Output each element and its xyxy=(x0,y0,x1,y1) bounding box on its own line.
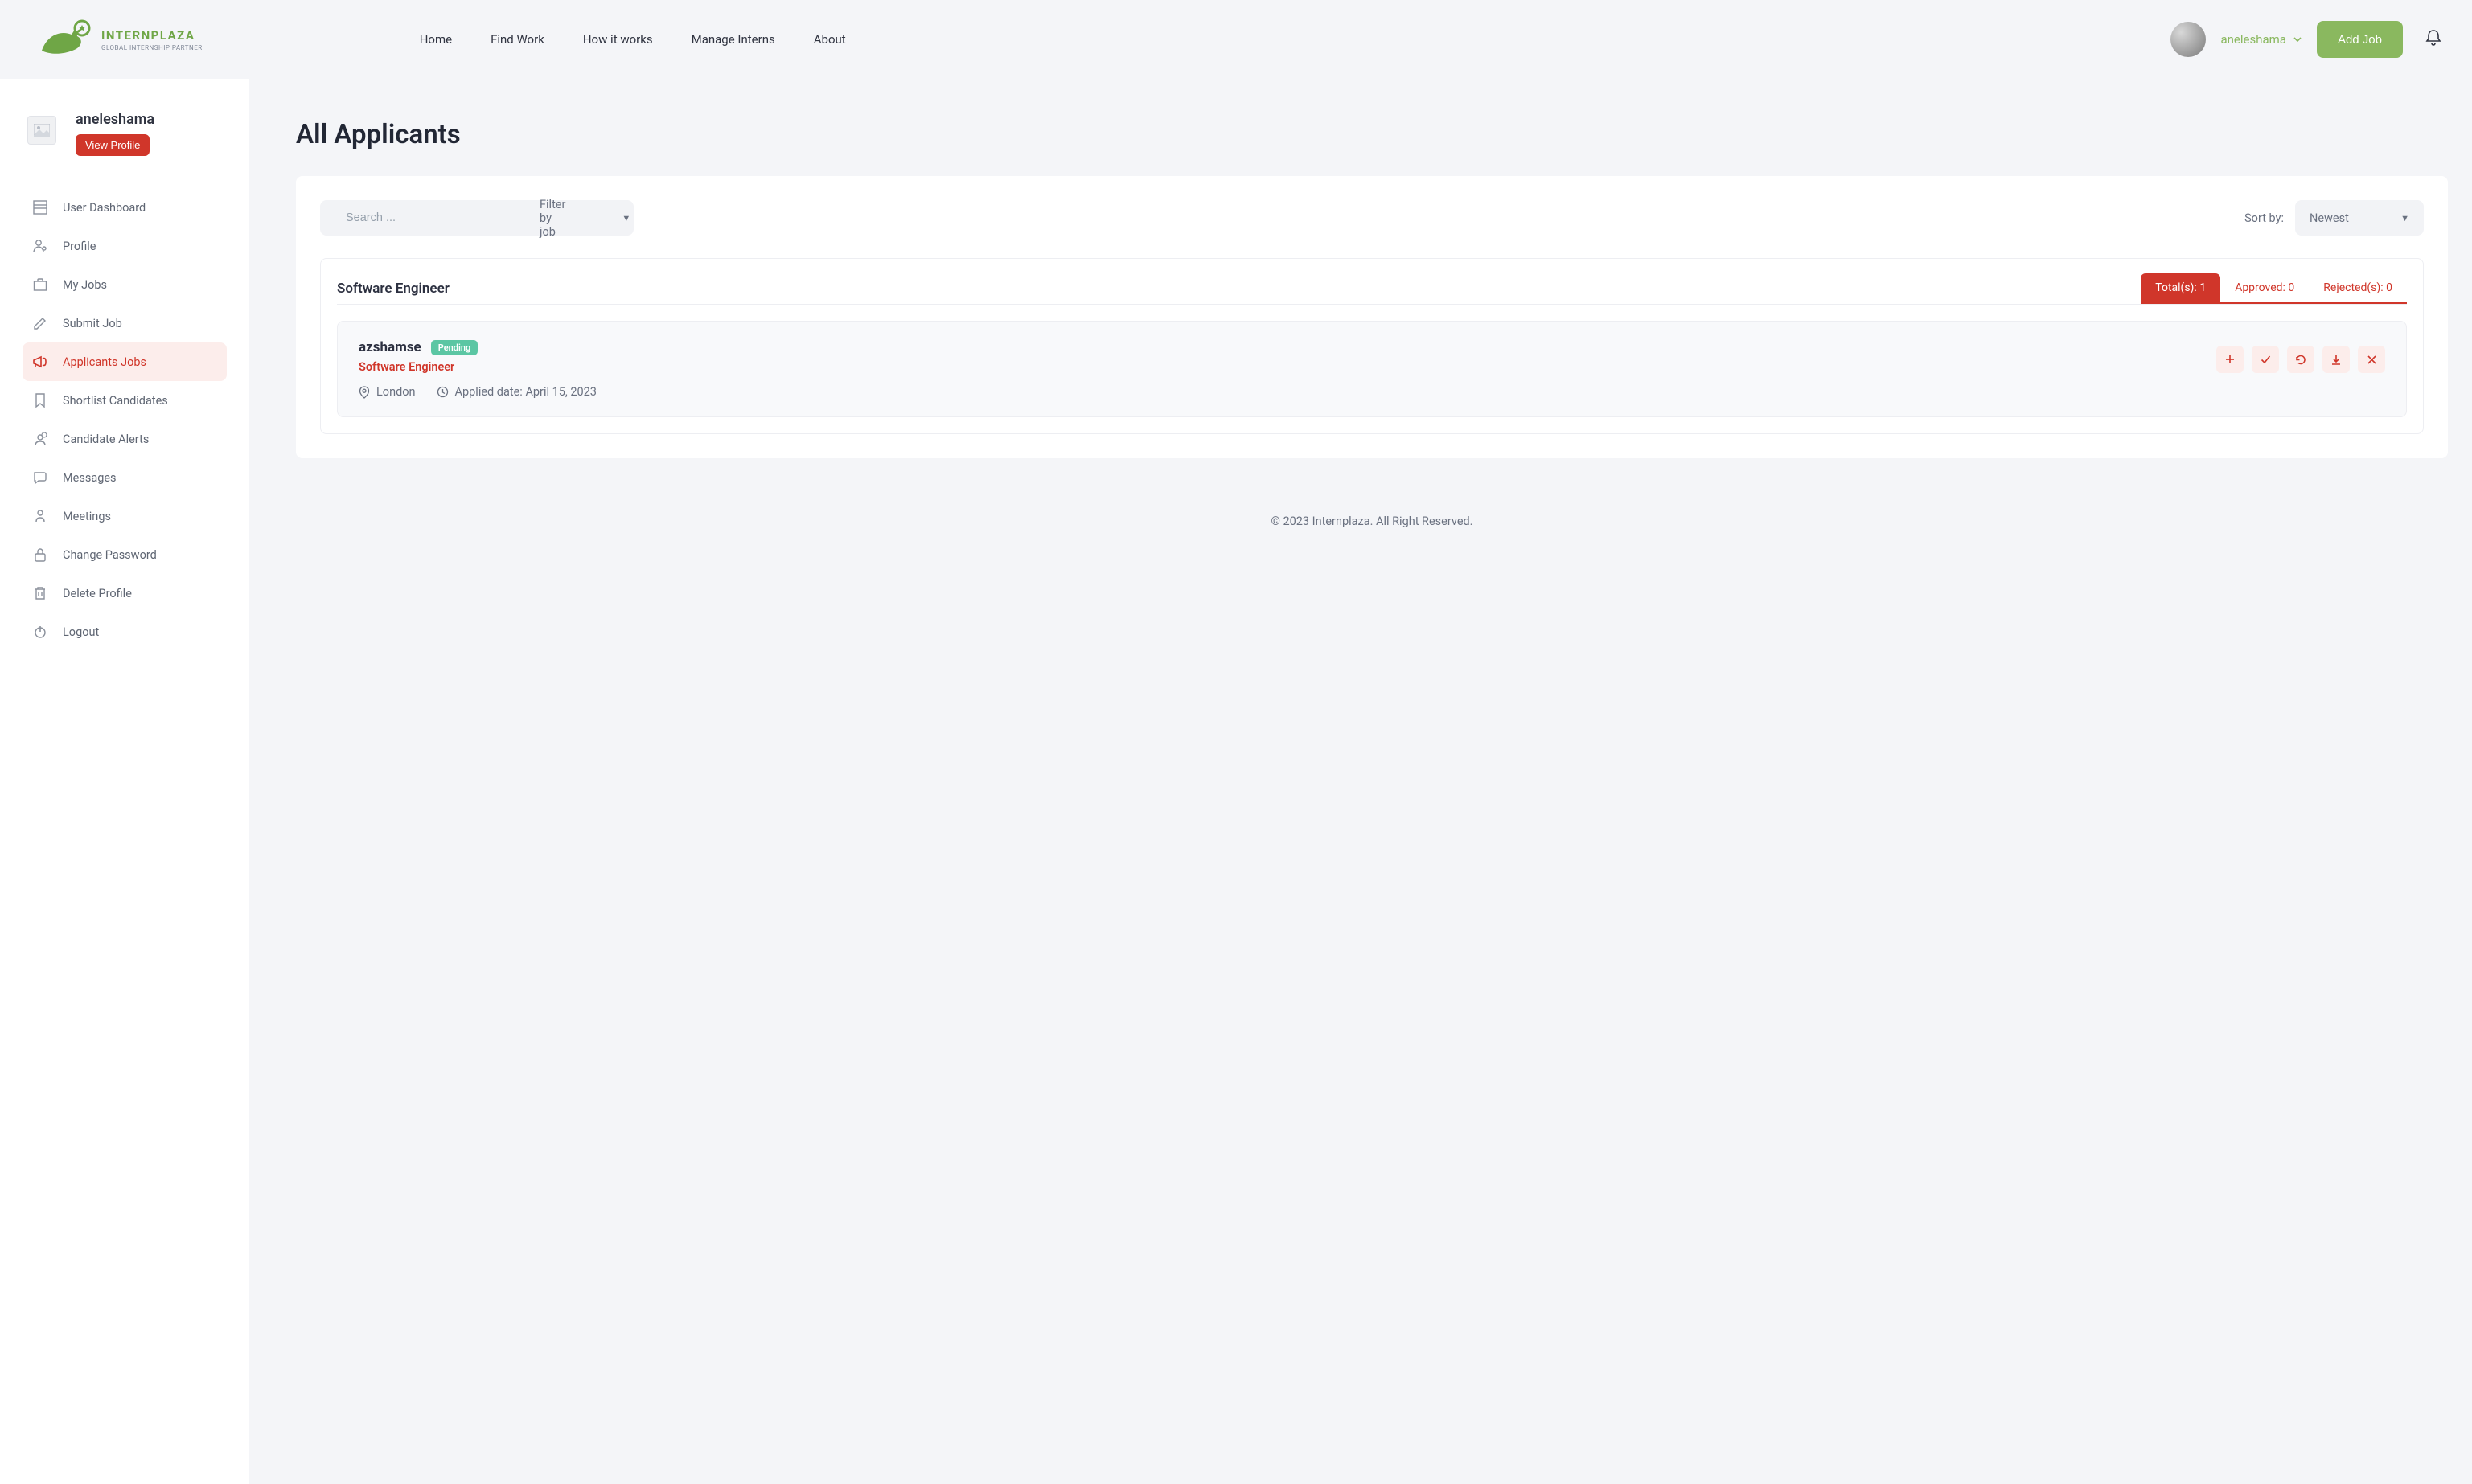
chevron-down-icon: ▼ xyxy=(622,213,630,223)
job-block: Software Engineer Total(s): 1 Approved: … xyxy=(320,258,2424,434)
sidebar-item-meetings[interactable]: Meetings xyxy=(23,497,227,535)
plus-icon xyxy=(2225,355,2235,364)
alert-user-icon xyxy=(32,431,48,447)
sidebar-item-profile[interactable]: Profile xyxy=(23,227,227,265)
applicant-location: London xyxy=(359,385,416,399)
close-icon xyxy=(2367,355,2376,364)
sidebar-item-label: Change Password xyxy=(63,548,157,562)
sidebar-menu: User Dashboard Profile My Jobs Submit Jo… xyxy=(23,188,227,651)
sidebar: aneleshama View Profile User Dashboard P… xyxy=(0,79,249,1484)
sidebar-item-shortlist[interactable]: Shortlist Candidates xyxy=(23,381,227,420)
lock-icon xyxy=(32,547,48,563)
notifications-button[interactable] xyxy=(2425,29,2441,50)
nav-about[interactable]: About xyxy=(814,32,846,47)
sidebar-item-label: Messages xyxy=(63,471,117,485)
search-filter-bar: Filter by job ▼ xyxy=(320,200,634,236)
sidebar-item-label: Submit Job xyxy=(63,317,122,330)
sidebar-item-label: Delete Profile xyxy=(63,587,132,601)
job-title: Software Engineer xyxy=(337,281,450,297)
chevron-down-icon xyxy=(2293,35,2302,44)
meeting-icon xyxy=(32,508,48,524)
sidebar-item-myjobs[interactable]: My Jobs xyxy=(23,265,227,304)
bird-icon xyxy=(35,18,92,60)
divider xyxy=(337,304,2407,305)
header: INTERNPLAZA GLOBAL INTERNSHIP PARTNER Ho… xyxy=(0,0,2472,79)
applicant-actions xyxy=(2216,346,2385,373)
sort-select[interactable]: Newest ▼ xyxy=(2295,200,2424,236)
reject-button[interactable] xyxy=(2358,346,2385,373)
job-tabs: Total(s): 1 Approved: 0 Rejected(s): 0 xyxy=(2141,273,2407,304)
dashboard-icon xyxy=(32,199,48,215)
approve-button[interactable] xyxy=(2252,346,2279,373)
download-icon xyxy=(2331,355,2341,365)
main-nav: Home Find Work How it works Manage Inter… xyxy=(420,32,846,47)
user-menu[interactable]: aneleshama xyxy=(2220,32,2302,47)
pencil-icon xyxy=(32,315,48,331)
user-avatar[interactable] xyxy=(2170,22,2206,57)
sidebar-item-label: User Dashboard xyxy=(63,201,146,215)
applicant-position[interactable]: Software Engineer xyxy=(359,360,597,374)
power-icon xyxy=(32,624,48,640)
sidebar-item-label: Applicants Jobs xyxy=(63,355,146,369)
brand-title: INTERNPLAZA xyxy=(101,28,203,43)
trash-icon xyxy=(32,585,48,601)
brand-tagline: GLOBAL INTERNSHIP PARTNER xyxy=(101,44,203,51)
applicant-card: azshamse Pending Software Engineer Londo… xyxy=(337,321,2407,417)
sidebar-item-dashboard[interactable]: User Dashboard xyxy=(23,188,227,227)
megaphone-icon xyxy=(32,354,48,370)
tab-approved[interactable]: Approved: 0 xyxy=(2220,273,2309,304)
nav-how-it-works[interactable]: How it works xyxy=(583,32,653,47)
sort-by-label: Sort by: xyxy=(2244,211,2284,225)
sidebar-item-applicants[interactable]: Applicants Jobs xyxy=(23,342,227,381)
image-placeholder-icon xyxy=(34,124,50,137)
chevron-down-icon: ▼ xyxy=(2400,213,2409,223)
filter-by-job-select[interactable]: Filter by job ▼ xyxy=(540,198,630,239)
sidebar-item-submitjob[interactable]: Submit Job xyxy=(23,304,227,342)
user-icon xyxy=(32,238,48,254)
sidebar-item-label: Candidate Alerts xyxy=(63,432,149,446)
sidebar-item-label: My Jobs xyxy=(63,278,107,292)
tab-rejected[interactable]: Rejected(s): 0 xyxy=(2309,273,2407,304)
chat-icon xyxy=(32,469,48,486)
sidebar-item-label: Shortlist Candidates xyxy=(63,394,168,408)
tab-total[interactable]: Total(s): 1 xyxy=(2141,273,2220,304)
refresh-button[interactable] xyxy=(2287,346,2314,373)
profile-name: aneleshama xyxy=(76,111,154,128)
applicant-name[interactable]: azshamse xyxy=(359,339,421,355)
logo[interactable]: INTERNPLAZA GLOBAL INTERNSHIP PARTNER xyxy=(35,18,203,60)
filter-label: Filter by job xyxy=(540,198,565,239)
nav-find-work[interactable]: Find Work xyxy=(491,32,544,47)
add-button[interactable] xyxy=(2216,346,2244,373)
briefcase-icon xyxy=(32,277,48,293)
sidebar-item-changepw[interactable]: Change Password xyxy=(23,535,227,574)
sidebar-item-deleteprofile[interactable]: Delete Profile xyxy=(23,574,227,613)
sidebar-item-label: Meetings xyxy=(63,510,111,523)
status-badge: Pending xyxy=(431,340,478,355)
username: aneleshama xyxy=(2220,32,2285,47)
sidebar-item-logout[interactable]: Logout xyxy=(23,613,227,651)
location-icon xyxy=(359,386,370,399)
download-button[interactable] xyxy=(2322,346,2350,373)
sidebar-item-label: Profile xyxy=(63,240,96,253)
nav-manage-interns[interactable]: Manage Interns xyxy=(692,32,775,47)
sidebar-item-alerts[interactable]: Candidate Alerts xyxy=(23,420,227,458)
sidebar-item-messages[interactable]: Messages xyxy=(23,458,227,497)
nav-home[interactable]: Home xyxy=(420,32,452,47)
profile-card: aneleshama View Profile xyxy=(23,111,227,156)
refresh-icon xyxy=(2295,355,2306,365)
sidebar-item-label: Logout xyxy=(63,625,99,639)
applicant-applied-date: Applied date: April 15, 2023 xyxy=(437,385,597,399)
profile-thumbnail xyxy=(27,116,56,145)
clock-icon xyxy=(437,386,449,398)
applicants-panel: Filter by job ▼ Sort by: Newest ▼ Softwa… xyxy=(296,176,2448,458)
add-job-button[interactable]: Add Job xyxy=(2317,21,2403,58)
sort-value: Newest xyxy=(2310,211,2349,225)
footer-copyright: © 2023 Internplaza. All Right Reserved. xyxy=(296,514,2448,528)
bookmark-icon xyxy=(32,392,48,408)
view-profile-button[interactable]: View Profile xyxy=(76,134,150,156)
check-icon xyxy=(2261,355,2271,364)
page-title: All Applicants xyxy=(296,119,2448,150)
search-input[interactable] xyxy=(346,211,496,224)
main-content: All Applicants Filter by job ▼ Sort by: … xyxy=(249,79,2472,1484)
